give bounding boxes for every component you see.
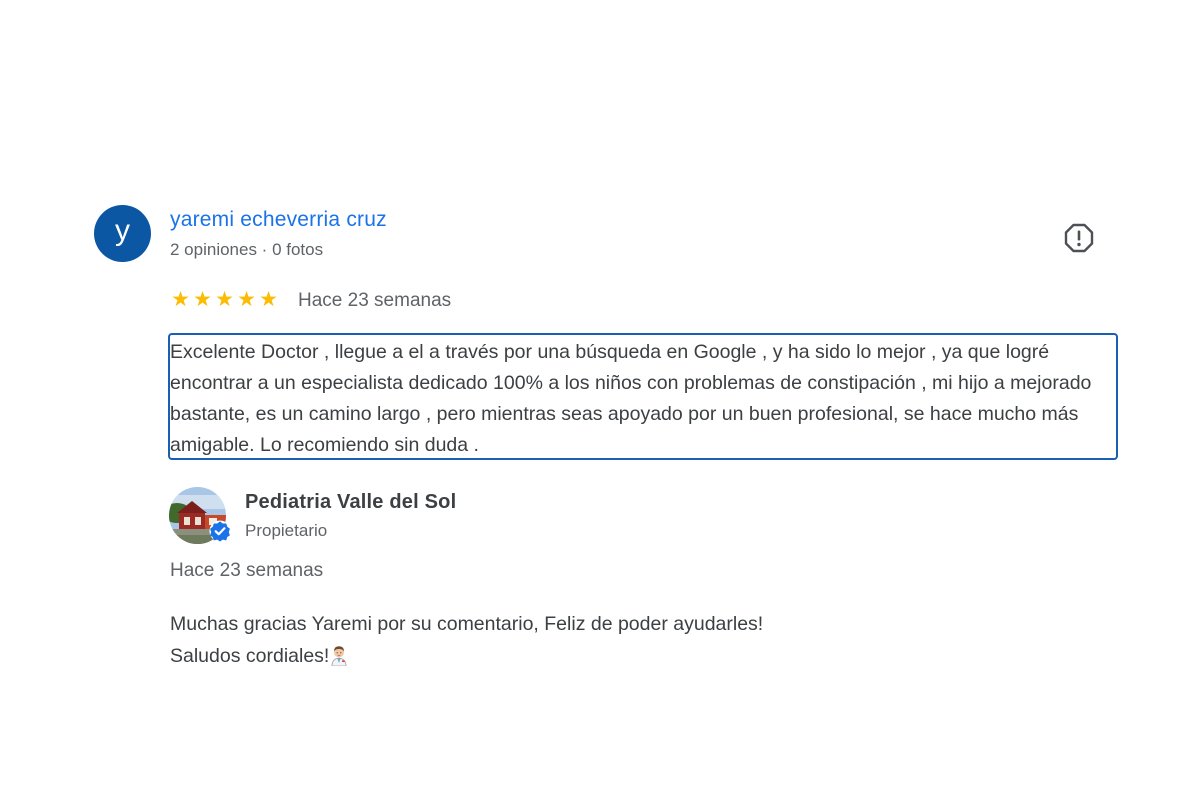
doctor-emoji-icon — [331, 646, 347, 666]
reviewer-avatar-initial: y — [115, 213, 130, 247]
owner-reply-line-2: Saludos cordiales! — [170, 640, 763, 672]
star-icon: ★ — [259, 288, 278, 311]
star-rating: ★ ★ ★ ★ ★ — [170, 288, 279, 312]
owner-reply-text: Muchas gracias Yaremi por su comentario,… — [170, 608, 763, 672]
star-icon: ★ — [237, 288, 256, 311]
owner-reply-line-1: Muchas gracias Yaremi por su comentario,… — [170, 613, 764, 635]
owner-name[interactable]: Pediatria Valle del Sol — [245, 491, 456, 514]
verified-icon — [209, 520, 231, 542]
owner-response-date: Hace 23 semanas — [170, 560, 324, 581]
owner-reply-line-2-text: Saludos cordiales! — [170, 645, 330, 667]
star-icon: ★ — [193, 288, 212, 311]
reviewer-avatar[interactable]: y — [94, 205, 151, 262]
star-icon: ★ — [215, 288, 234, 311]
review-date: Hace 23 semanas — [298, 290, 452, 311]
review-text[interactable]: Excelente Doctor , llegue a el a través … — [168, 333, 1118, 460]
star-icon: ★ — [171, 288, 190, 311]
reviewer-stats: 2 opiniones · 0 fotos — [170, 240, 324, 259]
report-icon[interactable] — [1063, 222, 1095, 254]
owner-role: Propietario — [245, 521, 328, 540]
reviewer-name-link[interactable]: yaremi echeverria cruz — [170, 208, 387, 232]
review-card: y yaremi echeverria cruz 2 opiniones · 0… — [0, 0, 1200, 800]
